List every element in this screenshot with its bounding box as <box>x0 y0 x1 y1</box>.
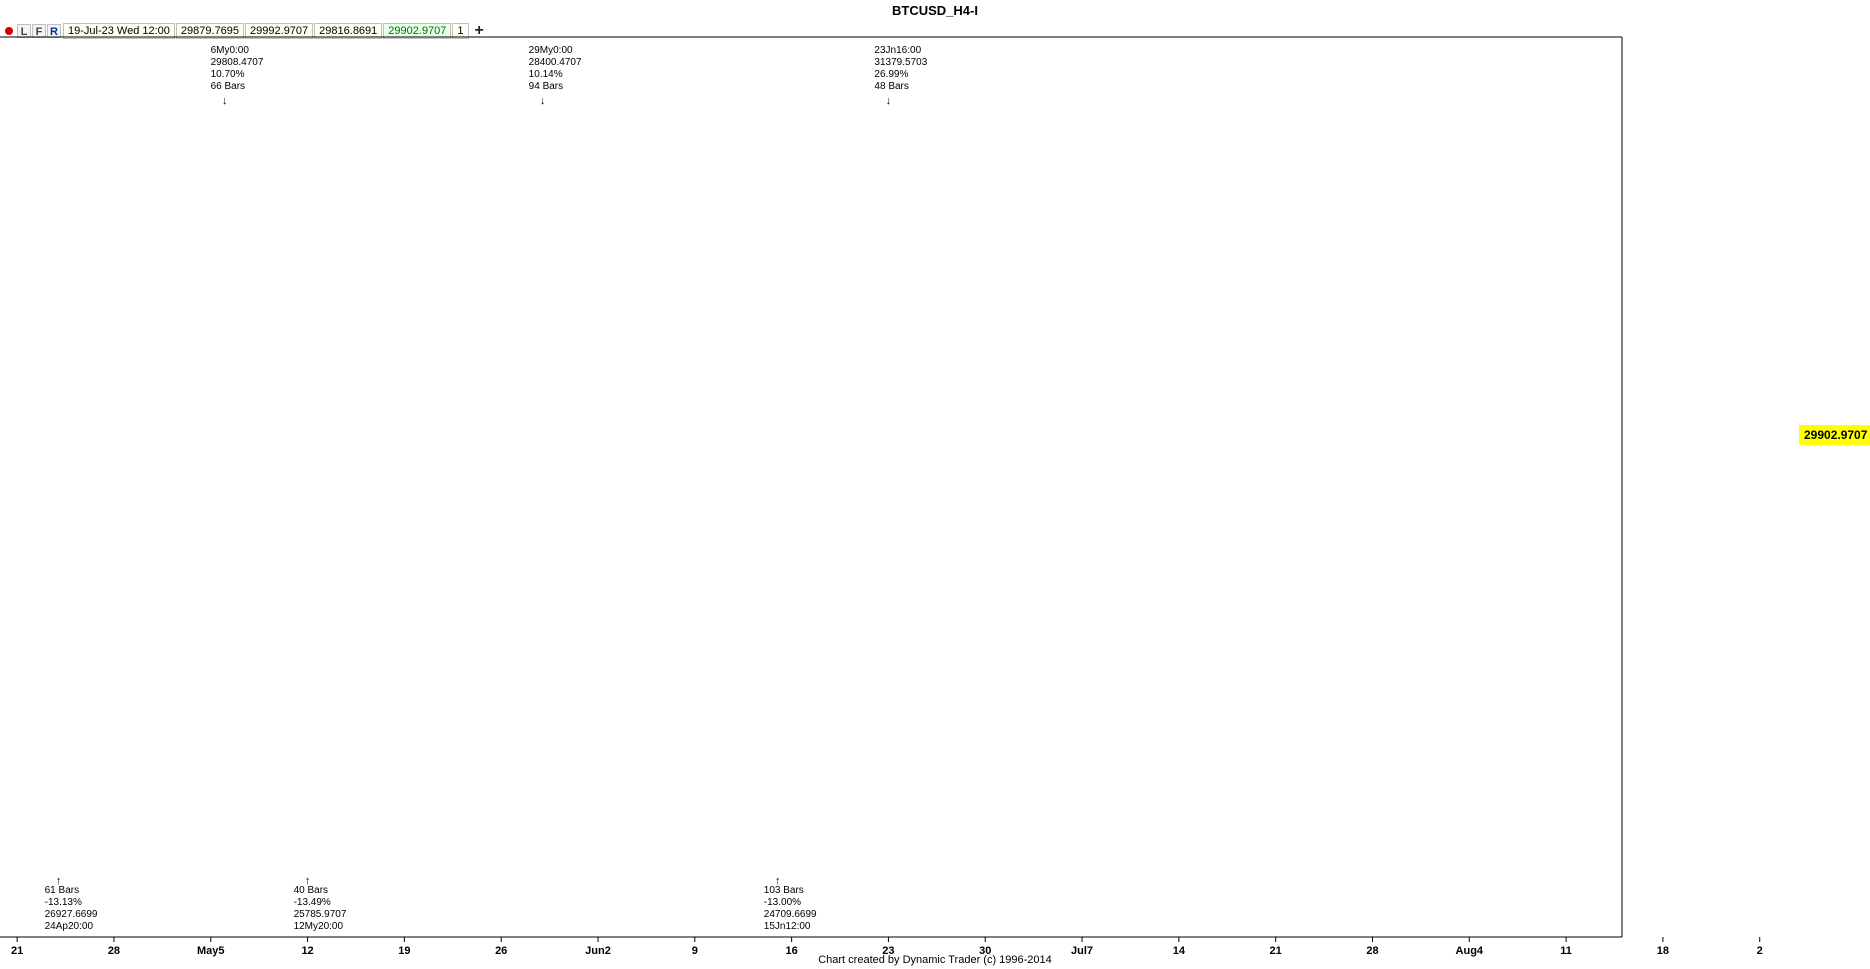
pivot-note-line: 23Jn16:00 <box>874 45 921 56</box>
pivot-note-line: 12My20:00 <box>294 921 344 932</box>
pivot-note-line: 10.14% <box>529 69 563 80</box>
pivot-note-line: 31379.5703 <box>874 57 927 68</box>
pivot-note-line: -13.00% <box>764 897 801 908</box>
pivot-note-line: 29My0:00 <box>529 45 573 56</box>
pivot-note-line: 15Jn12:00 <box>764 921 811 932</box>
pivot-note: ↑40 Bars-13.49%25785.970712My20:00 <box>294 875 347 932</box>
pivot-note-line: -13.13% <box>45 897 82 908</box>
pivot-note-line: -13.49% <box>294 897 331 908</box>
pivot-arrow-icon: ↓ <box>222 95 228 107</box>
pivot-note: ↑61 Bars-13.13%26927.669924Ap20:00 <box>45 875 98 932</box>
pivot-note-line: 103 Bars <box>764 885 804 896</box>
pivot-note: 6My0:0029808.470710.70%66 Bars ↓ <box>211 45 264 107</box>
chart-credit: Chart created by Dynamic Trader (c) 1996… <box>818 954 1052 966</box>
pivot-note: ↑103 Bars-13.00%24709.669915Jn12:00 <box>764 875 817 932</box>
pivot-note-line: 29808.4707 <box>211 57 264 68</box>
pivot-note-line: 40 Bars <box>294 885 328 896</box>
pivot-note-line: 25785.9707 <box>294 909 347 920</box>
pivot-note-line: 6My0:00 <box>211 45 250 56</box>
pivot-note-line: 94 Bars <box>529 81 563 92</box>
pivot-note-line: 10.70% <box>211 69 245 80</box>
current-price-badge: 29902.9707 <box>1799 425 1870 445</box>
pivot-note-line: 61 Bars <box>45 885 79 896</box>
pivot-arrow-icon: ↓ <box>886 95 892 107</box>
pivot-note: 29My0:0028400.470710.14%94 Bars ↓ <box>529 45 582 107</box>
pivot-arrow-icon: ↓ <box>540 95 546 107</box>
pivot-note-line: 26927.6699 <box>45 909 98 920</box>
pivot-note: 23Jn16:0031379.570326.99%48 Bars ↓ <box>874 45 927 107</box>
price-chart[interactable]: 22000.000024000.000026000.000028000.0000… <box>0 0 1870 969</box>
pivot-note-line: 28400.4707 <box>529 57 582 68</box>
pivot-note-line: 24709.6699 <box>764 909 817 920</box>
pivot-note-line: 66 Bars <box>211 81 245 92</box>
pivot-note-line: 26.99% <box>874 69 908 80</box>
pivot-note-line: 24Ap20:00 <box>45 921 94 932</box>
pivot-note-line: 48 Bars <box>874 81 908 92</box>
